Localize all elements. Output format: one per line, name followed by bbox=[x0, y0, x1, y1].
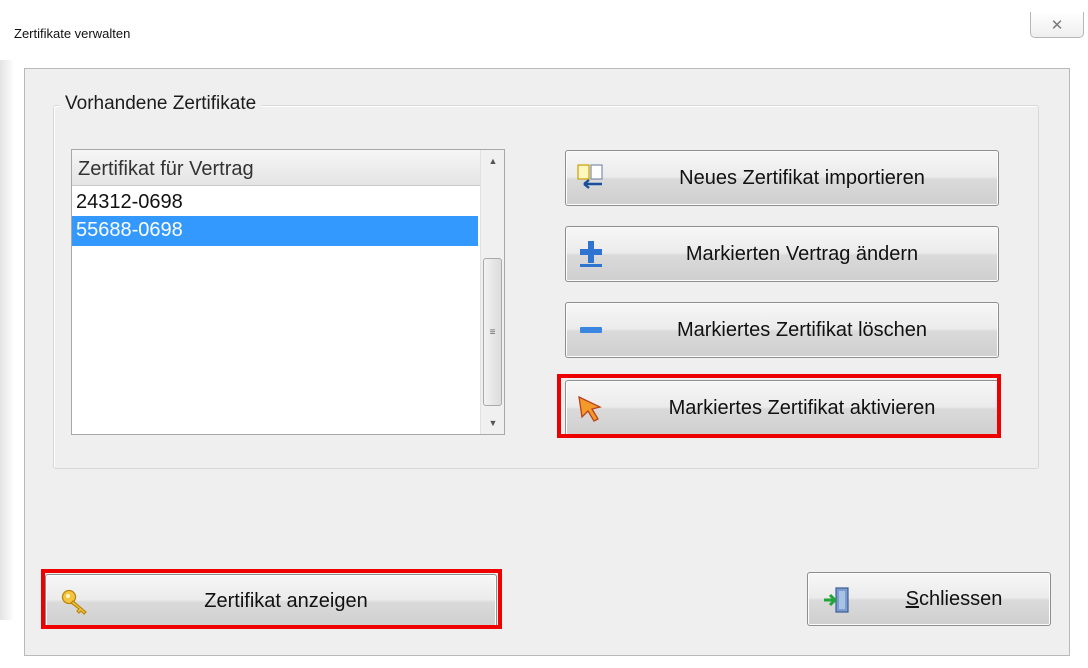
import-certificate-button[interactable]: Neues Zertifikat importieren bbox=[565, 150, 999, 206]
window-edge-shadow bbox=[0, 60, 14, 620]
scrollbar-thumb[interactable]: ≡ bbox=[483, 258, 502, 406]
import-icon bbox=[577, 164, 603, 189]
list-scrollbar[interactable]: ▲ ≡ ▼ bbox=[480, 150, 504, 434]
certificate-list[interactable]: Zertifikat für Vertrag 24312-0698 55688-… bbox=[71, 149, 505, 435]
activate-button-label: Markiertes Zertifikat aktivieren bbox=[668, 396, 936, 419]
list-item[interactable]: 24312-0698 bbox=[72, 188, 478, 218]
window-close-button[interactable]: ✕ bbox=[1030, 12, 1084, 38]
plus-icon bbox=[580, 241, 602, 267]
delete-certificate-button[interactable]: Markiertes Zertifikat löschen bbox=[565, 302, 999, 358]
close-dialog-button[interactable]: Schliessen bbox=[807, 572, 1051, 626]
close-label-rest: chliessen bbox=[918, 587, 1003, 610]
show-certificate-button[interactable]: Zertifikat anzeigen bbox=[45, 574, 497, 628]
minus-icon bbox=[580, 327, 602, 333]
scroll-down-arrow-icon[interactable]: ▼ bbox=[481, 412, 505, 434]
list-column-header[interactable]: Zertifikat für Vertrag bbox=[72, 150, 480, 186]
cursor-arrow-icon bbox=[578, 395, 602, 422]
import-button-label: Neues Zertifikat importieren bbox=[679, 166, 925, 189]
scroll-up-arrow-icon[interactable]: ▲ bbox=[481, 150, 505, 172]
exit-door-icon bbox=[824, 587, 849, 613]
close-icon: ✕ bbox=[1050, 16, 1064, 34]
dialog-client-area: Vorhandene Zertifikate Zertifikat für Ve… bbox=[24, 68, 1070, 656]
show-button-label: Zertifikat anzeigen bbox=[204, 589, 368, 612]
window-title: Zertifikate verwalten bbox=[14, 26, 131, 41]
activate-certificate-button[interactable]: Markiertes Zertifikat aktivieren bbox=[565, 380, 999, 436]
close-button-label: Schliessen bbox=[868, 573, 1040, 625]
delete-button-label: Markiertes Zertifikat löschen bbox=[676, 318, 928, 341]
change-button-label: Markierten Vertrag ändern bbox=[685, 242, 919, 265]
key-icon bbox=[61, 589, 87, 615]
list-item-selected[interactable]: 55688-0698 bbox=[72, 216, 478, 246]
grip-icon: ≡ bbox=[489, 326, 496, 338]
change-contract-button[interactable]: Markierten Vertrag ändern bbox=[565, 226, 999, 282]
certificates-group-title: Vorhandene Zertifikate bbox=[59, 93, 263, 115]
close-accelerator-letter: S bbox=[905, 587, 919, 610]
